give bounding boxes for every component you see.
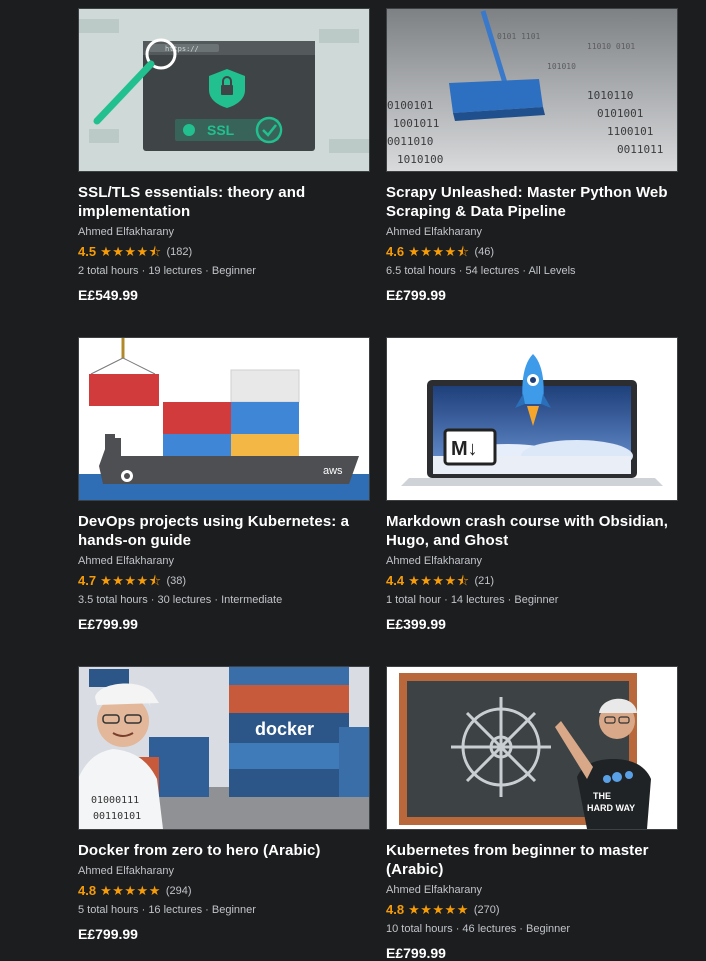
- svg-text:docker: docker: [255, 719, 314, 739]
- svg-text:M↓: M↓: [451, 438, 478, 460]
- review-count: (182): [166, 246, 193, 258]
- svg-text:01000111: 01000111: [91, 795, 139, 806]
- course-meta: 2 total hours · 19 lectures · Beginner: [78, 265, 256, 277]
- course-meta: 5 total hours · 16 lectures · Beginner: [78, 904, 256, 916]
- svg-text:1010100: 1010100: [397, 153, 443, 166]
- course-card[interactable]: M↓ Markdown crash course with Obsidian, …: [386, 337, 678, 632]
- course-card[interactable]: aws DevOps projects using Kubernetes: a …: [78, 337, 370, 632]
- svg-text:0100101: 0100101: [387, 99, 433, 112]
- review-count: (38): [166, 575, 187, 587]
- kubernetes-thumbnail-image: THE HARD WAY: [387, 667, 677, 829]
- svg-text:101010: 101010: [547, 62, 576, 71]
- course-meta: 6.5 total hours · 54 lectures · All Leve…: [386, 265, 576, 277]
- rating-value: 4.5: [78, 244, 97, 259]
- course-price: E£549.99: [78, 287, 138, 303]
- svg-text:aws: aws: [323, 465, 343, 477]
- course-price: E£399.99: [386, 616, 446, 632]
- course-author: Ahmed Elfakharany: [386, 555, 482, 567]
- course-card[interactable]: 0100101 1001011 0011010 1010100 1010110 …: [386, 8, 678, 303]
- svg-text:HARD WAY: HARD WAY: [587, 803, 635, 813]
- course-card[interactable]: THE HARD WAY Kubernetes from beginner to…: [386, 666, 678, 961]
- course-card[interactable]: https:// SSL SSL/TLS essentials: theory …: [78, 8, 370, 303]
- review-count: (21): [474, 575, 495, 587]
- course-author: Ahmed Elfakharany: [386, 226, 482, 238]
- course-title[interactable]: Scrapy Unleashed: Master Python Web Scra…: [386, 183, 678, 221]
- star-rating-icon: ★★★★★: [100, 883, 161, 898]
- svg-text:11010 0101: 11010 0101: [587, 42, 635, 51]
- course-price: E£799.99: [386, 287, 446, 303]
- course-price: E£799.99: [78, 616, 138, 632]
- course-author: Ahmed Elfakharany: [386, 884, 482, 896]
- course-thumbnail[interactable]: THE HARD WAY: [386, 666, 678, 830]
- course-thumbnail[interactable]: docker 01000111 00110101: [78, 666, 370, 830]
- svg-text:SSL: SSL: [207, 122, 235, 138]
- review-count: (46): [474, 246, 495, 258]
- star-rating-icon: ★★★★⯪: [100, 573, 162, 588]
- devops-ship-thumbnail-image: aws: [79, 338, 369, 500]
- course-price: E£799.99: [78, 926, 138, 942]
- course-thumbnail[interactable]: https:// SSL: [78, 8, 370, 172]
- rating-row: 4.6 ★★★★⯪ (46): [386, 243, 678, 261]
- course-meta: 10 total hours · 46 lectures · Beginner: [386, 923, 571, 935]
- markdown-laptop-thumbnail-image: M↓: [387, 338, 677, 500]
- course-title[interactable]: Docker from zero to hero (Arabic): [78, 841, 370, 860]
- course-author: Ahmed Elfakharany: [78, 226, 174, 238]
- rating-value: 4.8: [386, 902, 405, 917]
- star-rating-icon: ★★★★★: [408, 902, 469, 917]
- course-thumbnail[interactable]: M↓: [386, 337, 678, 501]
- svg-text:0101001: 0101001: [597, 107, 643, 120]
- course-author: Ahmed Elfakharany: [78, 865, 174, 877]
- rating-row: 4.4 ★★★★⯪ (21): [386, 572, 678, 590]
- rating-row: 4.8 ★★★★★ (294): [78, 882, 370, 900]
- svg-text:THE: THE: [593, 791, 611, 801]
- course-title[interactable]: DevOps projects using Kubernetes: a hand…: [78, 512, 370, 550]
- rating-row: 4.8 ★★★★★ (270): [386, 901, 678, 919]
- rating-value: 4.6: [386, 244, 405, 259]
- rating-value: 4.7: [78, 573, 97, 588]
- course-author: Ahmed Elfakharany: [78, 555, 174, 567]
- course-title[interactable]: SSL/TLS essentials: theory and implement…: [78, 183, 370, 221]
- star-rating-icon: ★★★★⯪: [408, 244, 470, 259]
- course-card[interactable]: docker 01000111 00110101 Docker from zer…: [78, 666, 370, 942]
- rating-row: 4.5 ★★★★⯪ (182): [78, 243, 370, 261]
- review-count: (270): [473, 904, 500, 916]
- course-meta: 3.5 total hours · 30 lectures · Intermed…: [78, 594, 283, 606]
- svg-text:00110101: 00110101: [93, 811, 141, 822]
- rating-row: 4.7 ★★★★⯪ (38): [78, 572, 370, 590]
- star-rating-icon: ★★★★⯪: [100, 244, 162, 259]
- course-thumbnail[interactable]: aws: [78, 337, 370, 501]
- course-title[interactable]: Markdown crash course with Obsidian, Hug…: [386, 512, 678, 550]
- svg-text:1001011: 1001011: [393, 117, 439, 130]
- svg-text:1010110: 1010110: [587, 89, 633, 102]
- scrapy-thumbnail-image: 0100101 1001011 0011010 1010100 1010110 …: [387, 9, 677, 171]
- svg-text:0101 1101: 0101 1101: [497, 32, 541, 41]
- svg-text:https://: https://: [165, 45, 199, 53]
- review-count: (294): [165, 885, 192, 897]
- ssl-thumbnail-image: https:// SSL: [79, 9, 369, 171]
- course-thumbnail[interactable]: 0100101 1001011 0011010 1010100 1010110 …: [386, 8, 678, 172]
- course-price: E£799.99: [386, 945, 446, 961]
- svg-text:0011010: 0011010: [387, 135, 433, 148]
- rating-value: 4.4: [386, 573, 405, 588]
- svg-text:1100101: 1100101: [607, 125, 653, 138]
- star-rating-icon: ★★★★⯪: [408, 573, 470, 588]
- rating-value: 4.8: [78, 883, 97, 898]
- docker-thumbnail-image: docker 01000111 00110101: [79, 667, 369, 829]
- svg-text:0011011: 0011011: [617, 143, 663, 156]
- course-meta: 1 total hour · 14 lectures · Beginner: [386, 594, 559, 606]
- course-grid: https:// SSL SSL/TLS essentials: theory …: [0, 0, 706, 961]
- course-title[interactable]: Kubernetes from beginner to master (Arab…: [386, 841, 678, 879]
